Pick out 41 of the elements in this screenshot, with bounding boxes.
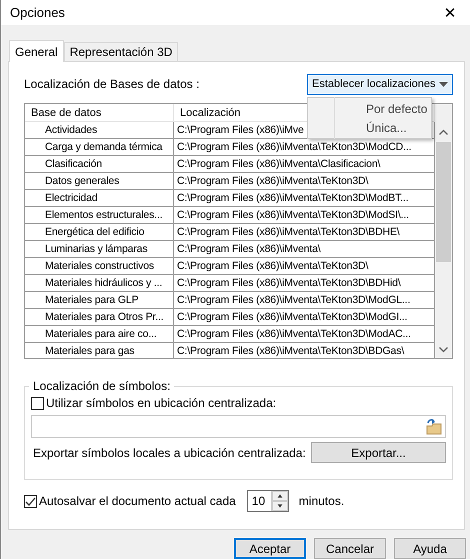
checkbox[interactable]: [24, 494, 37, 508]
scroll-up-icon[interactable]: [439, 129, 448, 135]
table-cell: Clasificación: [25, 156, 174, 172]
dialog-button[interactable]: Cancelar: [314, 538, 386, 559]
tab[interactable]: General: [9, 40, 64, 62]
dialog-button[interactable]: Ayuda: [394, 538, 466, 559]
minutes-label: minutos.: [298, 494, 344, 508]
checkbox-label: Utilizar símbolos en ubicación centralizada:: [46, 396, 276, 410]
table-cell: Materiales para GLP: [25, 292, 174, 308]
table-cell: Materiales constructivos: [25, 258, 174, 274]
table-cell: Energética del edificio: [25, 224, 174, 240]
minutes-spinner[interactable]: 10: [246, 490, 289, 512]
group-legend: Localización de símbolos:: [29, 379, 174, 393]
table-cell: Actividades: [25, 122, 174, 138]
window-title: Opciones: [10, 5, 65, 20]
table-cell: Materiales para aire co...: [25, 326, 174, 342]
scrollbar[interactable]: [435, 104, 452, 358]
set-locations-dropdown[interactable]: Establecer localizaciones: [307, 74, 453, 94]
scroll-down-icon[interactable]: [439, 347, 448, 353]
dialog-button[interactable]: Aceptar: [234, 538, 306, 559]
table-cell: Electricidad: [25, 190, 174, 206]
checkbox[interactable]: [31, 396, 44, 410]
spin-down-icon[interactable]: [272, 501, 288, 511]
autosave-label: Autosalvar el documento actual cada: [39, 494, 236, 508]
table-cell: Luminarias y lámparas: [25, 241, 174, 257]
close-button[interactable]: ✕: [430, 0, 470, 25]
folder-icon[interactable]: [425, 418, 443, 436]
caret-icon: [439, 82, 448, 86]
spin-up-icon[interactable]: [272, 491, 288, 501]
export-button[interactable]: Exportar...: [311, 442, 446, 463]
tab[interactable]: Representación 3D: [64, 42, 178, 61]
table-cell: Materiales para gas: [25, 343, 174, 358]
table-cell: Materiales hidráulicos y ...: [25, 275, 174, 291]
export-label: Exportar símbolos locales a ubicación centralizada:: [33, 446, 306, 460]
table-cell: Datos generales: [25, 173, 174, 189]
path-field[interactable]: [31, 415, 446, 438]
table-cell: Carga y demanda térmica: [25, 139, 174, 155]
column-header[interactable]: Base de datos: [25, 104, 174, 121]
table-cell: Materiales para Otros Pr...: [25, 309, 174, 325]
databases-label: Localización de Bases de datos :: [24, 77, 200, 91]
table-cell: Elementos estructurales...: [25, 207, 174, 223]
